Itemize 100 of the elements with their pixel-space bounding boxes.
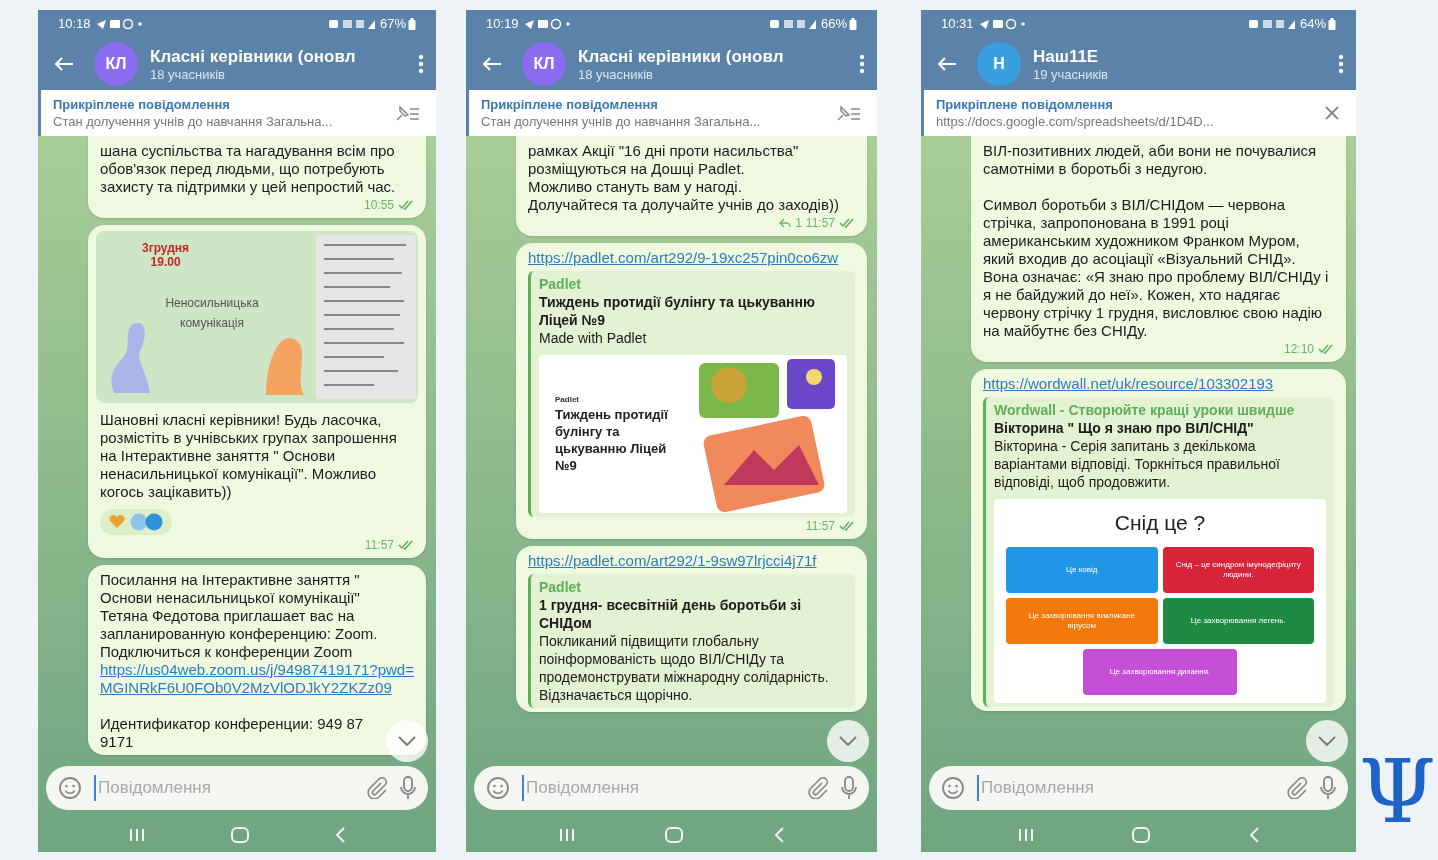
menu-icon[interactable]	[418, 54, 424, 74]
chat-title[interactable]: Класні керівники (оновл	[578, 45, 859, 67]
microphone-icon[interactable]	[400, 776, 416, 800]
home-icon[interactable]	[665, 827, 684, 843]
back-nav-icon[interactable]	[773, 827, 784, 843]
message-text: Посилання на Інтерактивне заняття " Основи ненасильницької комунікації" Тетяна Федотова приглашает вас на запланированную конференцию: Zoom. Подключиться к конференции Zoom	[100, 571, 379, 661]
message-time: 11:57	[805, 215, 835, 232]
heart-icon	[108, 515, 126, 529]
message-text: рамках Акції "16 дні проти насильства" розміщуються на Дошці Padlet. Можливо стануть вам у нагоді. Долучайтеся та долучайте учнів до заходів))	[528, 142, 840, 214]
paperclip-icon[interactable]	[807, 777, 829, 799]
back-icon[interactable]	[482, 56, 502, 72]
message-input[interactable]: Повідомлення	[94, 775, 354, 801]
pinned-message-bar[interactable]: Прикріплене повідомлення Стан долучення учнів до навчання Загальна...	[38, 90, 436, 136]
message-input[interactable]: Повідомлення	[522, 775, 795, 801]
menu-icon[interactable]	[859, 54, 865, 74]
message-field[interactable]: Повідомлення	[474, 766, 869, 810]
poster-title: Неносильницька комунікація	[164, 295, 260, 332]
link[interactable]: https://wordwall.net/uk/resource/103302193	[983, 375, 1334, 393]
logo: Ψ	[1358, 744, 1436, 840]
link[interactable]: https://us04web.zoom.us/j/94987419171?pwd=MGINRkF6U0FOb0V2MzVlODJkY2ZKZz09	[100, 661, 414, 697]
avatars-icon	[130, 513, 164, 531]
back-icon[interactable]	[937, 56, 957, 72]
microphone-icon[interactable]	[1320, 776, 1336, 800]
recent-apps-icon[interactable]	[1018, 828, 1035, 842]
signal-icons-drawing	[1247, 18, 1296, 30]
answer-tile: Це ковід	[1006, 546, 1158, 593]
battery-level: 67%	[379, 15, 406, 34]
pinned-label: Прикріплене повідомлення	[936, 96, 1114, 113]
emoji-icon[interactable]	[486, 776, 510, 800]
chevron-down-icon	[398, 736, 416, 746]
reply-icon	[779, 218, 792, 228]
scroll-down-button[interactable]	[1306, 720, 1348, 762]
message-time: 11:57	[364, 537, 394, 554]
home-icon[interactable]	[1132, 827, 1151, 843]
signal-icons-drawing	[327, 18, 376, 30]
pinned-message-bar[interactable]: Прикріплене повідомлення https://docs.google.com/spreadsheets/d/1D4D...	[921, 90, 1356, 136]
battery-level: 64%	[1299, 15, 1326, 34]
message-field[interactable]: Повідомлення	[929, 766, 1348, 810]
battery-icon	[849, 18, 857, 30]
answer-tile: Це захворювання легень.	[1162, 597, 1314, 644]
avatar[interactable]: КЛ	[522, 42, 566, 86]
preview-site: Wordwall - Створюйте кращі уроки швидше	[994, 401, 1296, 419]
poster-date: 3грудня 19.00	[142, 241, 190, 269]
avatar[interactable]: Н	[977, 42, 1021, 86]
scroll-down-button[interactable]	[386, 720, 428, 762]
menu-icon[interactable]	[1338, 54, 1344, 74]
preview-title: Вікторина " Що я знаю про ВІЛ/СНІД"	[994, 419, 1255, 437]
emoji-icon[interactable]	[941, 776, 965, 800]
status-time: 10:18	[58, 15, 91, 34]
emoji-icon[interactable]	[58, 776, 82, 800]
status-time: 10:19	[486, 15, 519, 34]
brand-label: Padlet	[555, 394, 580, 406]
message-time: 10:55	[363, 197, 394, 214]
message-text: шана суспільства та нагадування всім про обов'язок перед людьми, що потребують захисту та підтримки у цей непростий час.	[100, 142, 397, 196]
quiz-question: Снід це ?	[1113, 510, 1207, 536]
pin-list-icon[interactable]	[394, 104, 420, 122]
link[interactable]: https://padlet.com/art292/9-19xc257pin0co6zw	[528, 249, 855, 267]
paperclip-icon[interactable]	[1286, 777, 1308, 799]
avatar[interactable]: КЛ	[94, 42, 138, 86]
chevron-down-icon	[839, 736, 857, 746]
battery-icon	[408, 18, 416, 30]
recent-apps-icon[interactable]	[129, 828, 145, 842]
signal-icons-drawing	[768, 18, 817, 30]
message-time: 11:57	[805, 518, 835, 535]
reaction-pill[interactable]	[100, 509, 172, 535]
pinned-text: Стан долучення учнів до навчання Загальна...	[481, 113, 762, 130]
scroll-down-button[interactable]	[827, 720, 869, 762]
pinned-message-bar[interactable]: Прикріплене повідомлення Стан долучення учнів до навчання Загальна...	[466, 90, 877, 136]
reply-count: 1	[795, 215, 802, 232]
preview-description: Вікторина - Серія запитань з декількома варіантами відповіді. Торкніться правильної відповіді, щоб продовжити.	[994, 437, 1281, 491]
back-nav-icon[interactable]	[1248, 827, 1259, 843]
member-count: 18 учасників	[578, 66, 654, 83]
pinned-label: Прикріплене повідомлення	[481, 96, 659, 113]
link[interactable]: https://padlet.com/art292/1-9sw97lrjcci4j71f	[528, 552, 855, 570]
chat-title[interactable]: Класні керівники (оновл	[150, 45, 418, 67]
preview-title: 1 грудня- всесвітній день боротьби зі СНІДом	[539, 596, 803, 632]
message-field[interactable]: Повідомлення	[46, 766, 428, 810]
back-icon[interactable]	[54, 56, 74, 72]
preview-description: Покликаний підвищити глобальну поінформованість щодо ВІЛ/СНІДу та продемонструвати міжнародну солідарність. Відзначається щорічно.	[539, 632, 830, 704]
pinned-label: Прикріплене повідомлення	[53, 96, 231, 113]
answer-tile: Це захворювання дихання.	[1083, 648, 1237, 695]
close-icon[interactable]	[1324, 105, 1340, 121]
microphone-icon[interactable]	[841, 776, 857, 800]
preview-description: Made with Padlet	[539, 329, 648, 347]
pinned-text: Стан долучення учнів до навчання Загальна...	[53, 113, 334, 130]
preview-caption: Тиждень протидії булінгу та цькуванню Ліцей №9	[555, 406, 669, 474]
battery-level: 66%	[820, 15, 847, 34]
answer-tile: Це захворювання викликане вірусом	[1006, 597, 1158, 644]
preview-title: Тиждень протидії булінгу та цькуванню Ліцей №9	[539, 293, 816, 329]
paperclip-icon[interactable]	[366, 777, 388, 799]
chat-title[interactable]: Наш11Е	[1033, 45, 1338, 67]
recent-apps-icon[interactable]	[559, 828, 576, 842]
home-icon[interactable]	[231, 827, 249, 843]
status-time: 10:31	[941, 15, 974, 34]
answer-tile: Снід – це синдром імунодефіциту людини.	[1162, 546, 1314, 593]
message-input[interactable]: Повідомлення	[977, 775, 1274, 801]
back-nav-icon[interactable]	[335, 827, 345, 843]
pinned-text: https://docs.google.com/spreadsheets/d/1D4D...	[936, 113, 1215, 130]
pin-list-icon[interactable]	[835, 104, 861, 122]
preview-site: Padlet	[539, 275, 582, 293]
